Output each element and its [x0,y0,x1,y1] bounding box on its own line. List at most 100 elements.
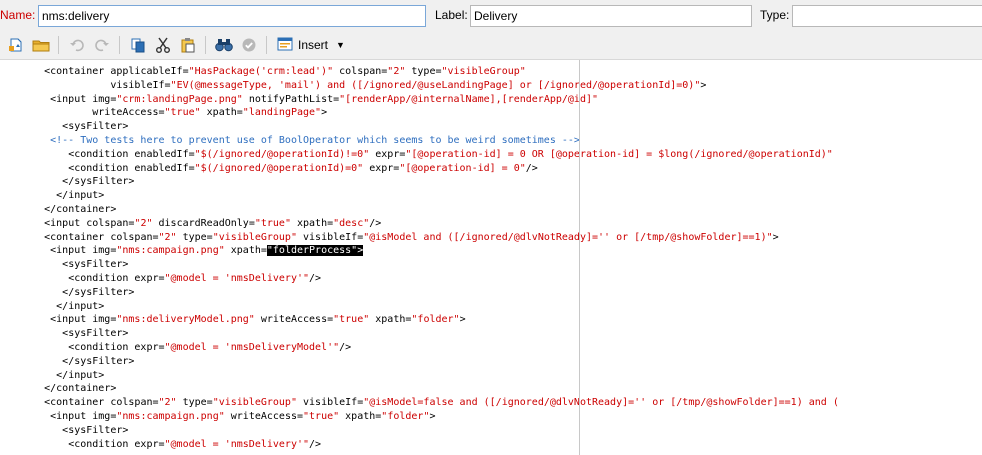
code-tag: <input img= [50,314,117,326]
copy-icon[interactable] [126,34,149,56]
undo-icon[interactable] [65,34,88,56]
code-tag: <input img= [50,245,117,257]
code-tag: <sysFilter> [62,121,129,133]
code-attribute-value: "$(/ignored/@operationId)!=0" [194,148,370,160]
code-attribute-value: "@model = 'nmsDelivery'" [164,438,310,450]
code-line: <input img="nms:campaign.png" xpath="fol… [50,244,364,258]
code-attribute-value: "visibleGroup" [212,397,297,409]
code-line: </sysFilter> [62,175,134,189]
code-attribute-value: "@isModel=false and ([/ignored/@dlvNotRe… [363,397,839,409]
folder-icon[interactable] [29,34,52,56]
code-attribute-value: "true" [303,411,340,422]
code-attribute-value: "folder" [381,411,430,422]
code-attribute-value: "[renderApp/@internalName],[renderApp/@i… [339,93,599,105]
code-tag: <input img= [50,411,117,422]
code-line: </container> [44,382,116,396]
code-tag: </input> [56,369,105,381]
code-attribute-value: "2" [158,231,177,243]
code-line: <input img="nms:deliveryModel.png" write… [50,313,465,327]
code-attribute-value: "desc" [333,217,370,229]
binoculars-icon[interactable] [212,34,235,56]
code-tag: </container> [44,204,117,215]
code-attribute-value: "2" [387,66,406,77]
code-tag: /> [369,217,382,229]
code-attribute-value: "folder" [411,314,460,326]
code-attribute-value: "visibleGroup" [441,66,526,77]
code-attribute-value: "true" [254,217,291,229]
insert-icon [277,36,293,55]
code-tag: type= [176,397,213,409]
code-tag: xpath= [200,107,243,119]
code-tag: visibleIf= [296,231,364,243]
code-attribute-value: "[@operation-id] = 0 OR [@operation-id] … [405,148,833,160]
header-fields: Name: Label: Type: [0,0,982,31]
code-tag: xpath= [339,411,382,422]
code-line: visibleIf="EV(@messageType, 'mail') and … [110,79,706,93]
code-tag: visibleIf= [296,397,364,409]
name-input[interactable] [38,5,426,27]
type-input[interactable] [792,5,982,27]
code-tag: <container colspan= [44,231,159,243]
code-tag: </sysFilter> [62,355,135,367]
code-attribute-value: "HasPackage('crm:lead')" [188,66,334,77]
redo-icon[interactable] [90,34,113,56]
code-line: <sysFilter> [62,424,128,438]
code-attribute-value: "nms:campaign.png" [116,245,225,257]
code-tag: expr= [363,162,400,174]
code-tag: </sysFilter> [62,286,135,298]
code-tag: /> [309,273,322,284]
code-attribute-value: "@isModel and ([/ignored/@dlvNotReady]='… [363,231,773,243]
code-attribute-value: "nms:deliveryModel.png" [116,314,255,326]
code-tag: notifyPathList= [242,93,340,105]
code-tag: > [700,79,707,91]
code-line: <!-- Two tests here to prevent use of Bo… [50,134,580,148]
insert-dropdown-button[interactable]: Insert ▼ [273,34,349,56]
code-tag: </input> [56,300,105,312]
code-tag: <condition expr= [68,273,165,284]
toolbar: Insert ▼ [0,31,982,59]
code-tag: </input> [56,190,105,202]
code-attribute-value: "landingPage" [242,107,322,119]
code-attribute-value: "true" [164,107,201,119]
code-attribute-value: "2" [158,397,177,409]
code-attribute-value: "@model = 'nmsDeliveryModel'" [164,342,340,353]
code-tag: <input colspan= [44,217,135,229]
type-label: Type: [760,8,790,22]
code-tag: writeAccess= [224,411,304,422]
chevron-down-icon: ▼ [336,40,345,50]
code-tag: /> [525,162,538,174]
insert-label: Insert [298,38,329,52]
code-tag: xpath= [290,217,334,229]
code-tag: <sysFilter> [62,328,129,340]
label-input[interactable] [470,5,752,27]
code-attribute-value: "visibleGroup" [212,231,297,243]
code-line: <condition expr="@model = 'nmsDeliveryMo… [68,341,351,355]
code-line: <sysFilter> [62,327,128,341]
xml-code-editor[interactable]: <container applicableIf="HasPackage('crm… [0,59,982,455]
check-circle-icon[interactable] [237,34,260,56]
code-tag: <input img= [50,93,117,105]
label-label: Label: [435,8,468,22]
code-line: <sysFilter> [62,258,128,272]
code-tag: <condition expr= [68,342,165,353]
code-tag: xpath= [369,314,412,326]
code-attribute-value: "2" [134,217,153,229]
code-tag: expr= [369,148,406,160]
code-tag: <condition enabledIf= [68,162,195,174]
toolbar-separator [58,36,59,54]
code-tag: xpath= [224,245,267,257]
code-selection: "folderProcess"> [266,245,364,257]
code-tag: /> [309,438,322,450]
cut-icon[interactable] [151,34,174,56]
code-tag: <sysFilter> [62,259,129,271]
code-attribute-value: "nms:campaign.png" [116,411,225,422]
column-guide-line [579,60,580,455]
code-tag: </container> [44,383,117,395]
new-document-icon[interactable] [4,34,27,56]
code-tag: writeAccess= [92,107,165,119]
code-tag: type= [176,231,213,243]
code-tag: <container applicableIf= [44,66,189,77]
code-line: </input> [56,189,104,203]
code-tag: colspan= [333,66,388,77]
paste-icon[interactable] [176,34,199,56]
